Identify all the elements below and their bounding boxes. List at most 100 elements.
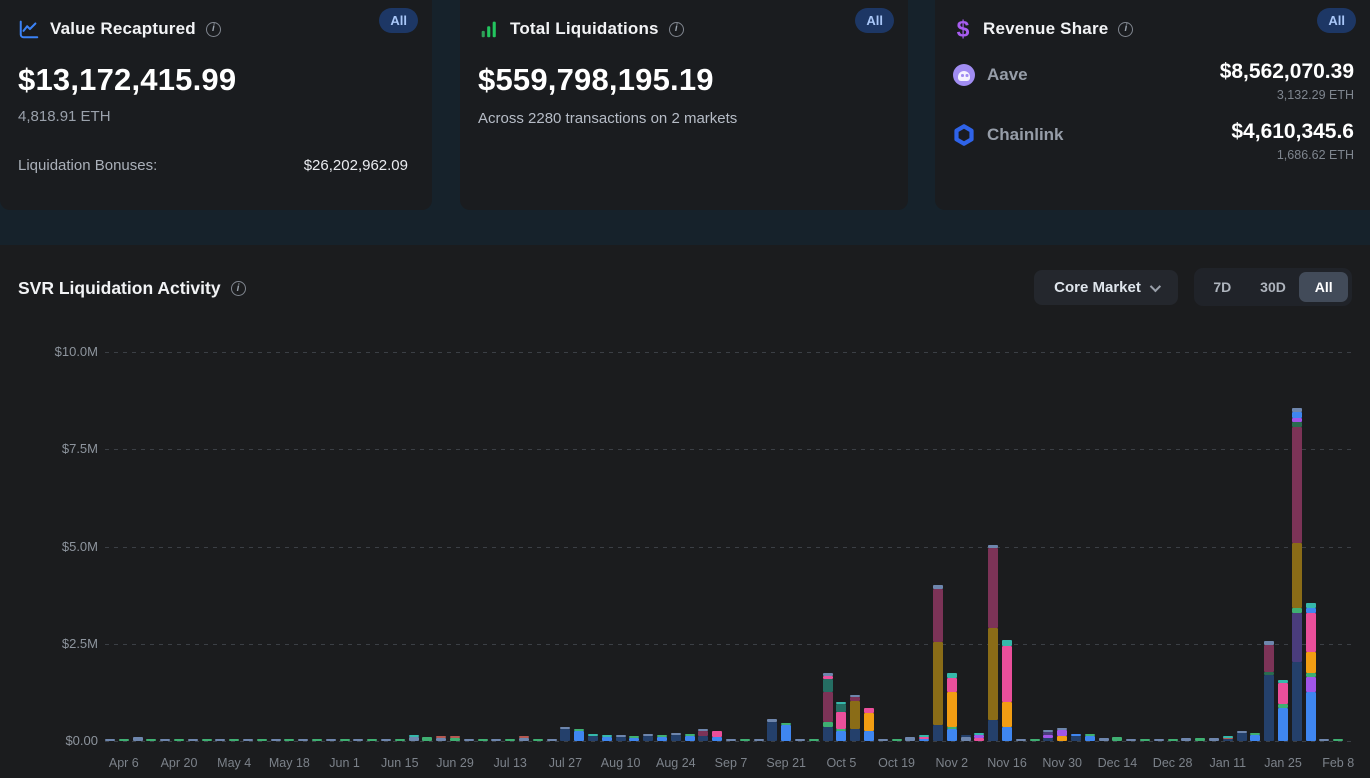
bar-segment[interactable]	[1002, 702, 1012, 727]
bar-segment[interactable]	[1112, 737, 1122, 741]
bar-segment[interactable]	[105, 739, 115, 741]
bar-segment[interactable]	[1278, 708, 1288, 741]
bar-segment[interactable]	[436, 738, 446, 741]
bar-segment[interactable]	[491, 739, 501, 741]
bar-segment[interactable]	[1057, 736, 1067, 741]
bar-segment[interactable]	[933, 642, 943, 726]
bar-segment[interactable]	[974, 735, 984, 738]
bar-segment[interactable]	[740, 739, 750, 741]
bar-segment[interactable]	[560, 727, 570, 729]
bar-segment[interactable]	[326, 739, 336, 741]
bar-segment[interactable]	[1237, 733, 1247, 741]
bar-segment[interactable]	[547, 739, 557, 741]
info-icon[interactable]: i	[1118, 22, 1133, 37]
bar-segment[interactable]	[1306, 677, 1316, 693]
bar-segment[interactable]	[1002, 646, 1012, 702]
bar-segment[interactable]	[505, 739, 515, 741]
bar-segment[interactable]	[1071, 736, 1081, 741]
bar-segment[interactable]	[519, 738, 529, 741]
bar-segment[interactable]	[1292, 427, 1302, 543]
bar-segment[interactable]	[1002, 640, 1012, 646]
bar-segment[interactable]	[616, 737, 626, 741]
bar-segment[interactable]	[340, 739, 350, 741]
bar-segment[interactable]	[1264, 675, 1274, 741]
bar-segment[interactable]	[781, 725, 791, 741]
bar-segment[interactable]	[1030, 739, 1040, 741]
bar-segment[interactable]	[174, 739, 184, 741]
bar-segment[interactable]	[698, 736, 708, 741]
bar-segment[interactable]	[712, 737, 722, 741]
bar-segment[interactable]	[809, 739, 819, 741]
bar-segment[interactable]	[823, 727, 833, 741]
bar-segment[interactable]	[1292, 412, 1302, 418]
bar-segment[interactable]	[229, 739, 239, 741]
info-icon[interactable]: i	[669, 22, 684, 37]
bar-segment[interactable]	[947, 729, 957, 741]
bar-segment[interactable]	[1306, 652, 1316, 673]
bar-segment[interactable]	[1223, 736, 1233, 738]
bar-segment[interactable]	[823, 679, 833, 693]
bar-segment[interactable]	[1250, 735, 1260, 741]
bar-segment[interactable]	[961, 735, 971, 737]
bar-segment[interactable]	[436, 736, 446, 738]
bar-segment[interactable]	[1292, 408, 1302, 412]
bar-segment[interactable]	[1319, 739, 1329, 741]
bar-segment[interactable]	[353, 739, 363, 741]
bar-segment[interactable]	[1223, 739, 1233, 741]
bar-segment[interactable]	[1057, 730, 1067, 736]
bar-segment[interactable]	[133, 737, 143, 741]
bar-segment[interactable]	[243, 739, 253, 741]
bar-segment[interactable]	[1126, 739, 1136, 741]
bar-segment[interactable]	[1292, 543, 1302, 608]
bar-segment[interactable]	[685, 736, 695, 741]
bar-segment[interactable]	[298, 739, 308, 741]
bar-segment[interactable]	[712, 731, 722, 737]
bar-segment[interactable]	[974, 733, 984, 735]
bar-segment[interactable]	[671, 735, 681, 741]
bar-segment[interactable]	[988, 720, 998, 741]
bar-segment[interactable]	[1278, 683, 1288, 704]
bar-segment[interactable]	[823, 692, 833, 721]
bar-segment[interactable]	[271, 739, 281, 741]
bar-segment[interactable]	[381, 739, 391, 741]
bar-segment[interactable]	[1306, 613, 1316, 652]
bar-segment[interactable]	[823, 673, 833, 675]
bar-segment[interactable]	[1002, 727, 1012, 741]
bar-segment[interactable]	[864, 731, 874, 741]
bar-segment[interactable]	[864, 713, 874, 731]
bar-segment[interactable]	[657, 737, 667, 741]
bar-segment[interactable]	[1168, 739, 1178, 741]
bar-segment[interactable]	[698, 731, 708, 736]
bar-segment[interactable]	[1278, 704, 1288, 708]
bar-segment[interactable]	[1016, 739, 1026, 741]
bar-segment[interactable]	[933, 589, 943, 642]
bar-segment[interactable]	[988, 628, 998, 719]
bar-segment[interactable]	[892, 739, 902, 741]
bar-segment[interactable]	[1306, 673, 1316, 677]
bar-segment[interactable]	[947, 692, 957, 727]
bar-segment[interactable]	[988, 548, 998, 628]
bar-segment[interactable]	[698, 729, 708, 731]
bar-segment[interactable]	[823, 722, 833, 728]
bar-segment[interactable]	[574, 731, 584, 741]
bar-segment[interactable]	[1085, 734, 1095, 736]
bar-segment[interactable]	[1292, 608, 1302, 613]
bar-segment[interactable]	[602, 737, 612, 741]
bar-segment[interactable]	[1043, 735, 1053, 738]
bar-segment[interactable]	[284, 739, 294, 741]
bar-segment[interactable]	[1043, 730, 1053, 732]
bar-segment[interactable]	[919, 739, 929, 741]
bar-segment[interactable]	[160, 739, 170, 741]
bar-segment[interactable]	[1264, 645, 1274, 672]
bar-segment[interactable]	[933, 585, 943, 589]
bar-segment[interactable]	[1292, 613, 1302, 662]
bar-segment[interactable]	[422, 737, 432, 741]
bar-segment[interactable]	[1071, 734, 1081, 736]
bar-segment[interactable]	[1306, 603, 1316, 608]
bar-segment[interactable]	[836, 704, 846, 712]
bar-segment[interactable]	[1250, 733, 1260, 735]
bar-segment[interactable]	[671, 733, 681, 735]
bar-segment[interactable]	[395, 739, 405, 741]
bar-segment[interactable]	[1181, 738, 1191, 741]
bar-segment[interactable]	[836, 702, 846, 704]
